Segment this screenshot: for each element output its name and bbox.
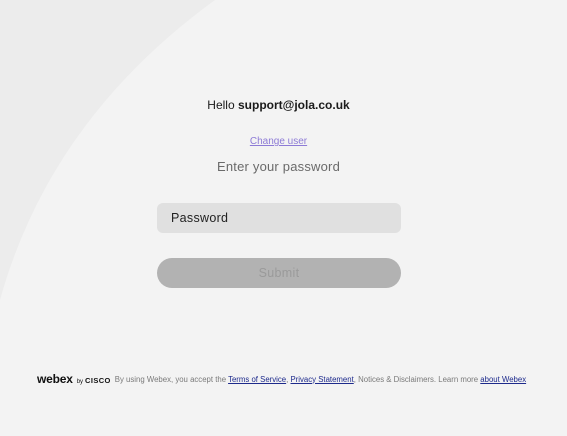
terms-of-service-link[interactable]: Terms of Service [228,375,286,384]
greeting-prefix: Hello [207,98,235,112]
footer-comma: , [286,374,289,384]
password-field[interactable]: Password [157,203,401,233]
about-webex-link[interactable]: about Webex [480,375,526,384]
submit-button[interactable]: Submit [157,258,401,288]
webex-by-cisco-logo: webex by CISCO [37,372,111,386]
footer-text-intro: By using Webex, you accept the [114,374,227,384]
footer-text-notices: , Notices & Disclaimers. Learn more [353,374,479,384]
user-email: support@jola.co.uk [237,98,350,112]
webex-logo-text: webex [37,372,73,386]
submit-label: Submit [258,266,300,280]
logo-by-text: by [76,379,84,385]
greeting: Hello support@jola.co.uk [0,98,557,112]
password-instruction: Enter your password [216,159,341,174]
footer-legal-text: By using Webex, you accept the Terms of … [115,375,526,384]
footer: webex by CISCO By using Webex, you accep… [37,372,557,386]
password-placeholder: Password [171,211,229,225]
change-user-link[interactable]: Change user [0,136,557,147]
cisco-logo-text: CISCO [85,376,111,385]
privacy-statement-link[interactable]: Privacy Statement [290,375,353,384]
